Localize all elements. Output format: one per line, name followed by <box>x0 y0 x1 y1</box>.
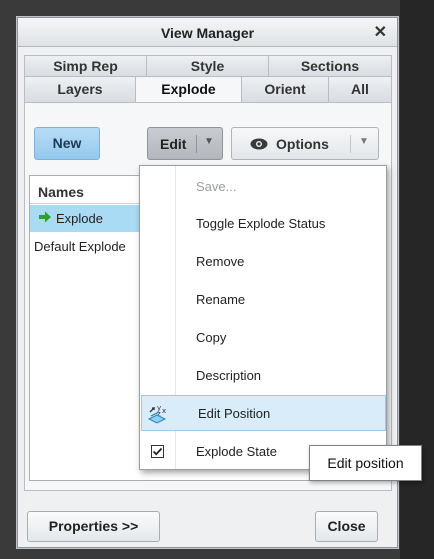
tab-sections[interactable]: Sections <box>268 55 392 77</box>
chevron-down-icon: ▼ <box>204 136 214 147</box>
tab-simp-rep[interactable]: Simp Rep <box>24 55 147 77</box>
menu-item-save: Save... <box>140 169 386 205</box>
list-item-label: Explode <box>56 211 103 226</box>
properties-button[interactable]: Properties >> <box>27 511 160 542</box>
list-item-label: Default Explode <box>34 239 126 254</box>
options-menu-button[interactable]: Options ▼ <box>231 127 379 160</box>
tab-layers[interactable]: Layers <box>24 76 136 103</box>
green-arrow-icon <box>38 210 52 227</box>
edit-dropdown-menu: Save... Toggle Explode Status Remove Ren… <box>139 165 387 470</box>
menu-item-copy[interactable]: Copy <box>140 320 386 356</box>
close-window-icon[interactable]: ✕ <box>374 22 387 42</box>
tab-row-top: Simp Rep Style Sections <box>24 55 392 77</box>
chevron-down-icon: ▼ <box>359 136 369 147</box>
eye-icon <box>250 138 268 153</box>
menu-item-label: Save... <box>196 179 237 194</box>
options-button-separator <box>350 135 351 153</box>
menu-item-label: Remove <box>196 254 245 269</box>
menu-item-toggle-explode-status[interactable]: Toggle Explode Status <box>140 206 386 242</box>
tab-all[interactable]: All <box>328 76 392 103</box>
edit-menu-button[interactable]: Edit ▼ <box>147 127 223 160</box>
menu-item-description[interactable]: Description <box>140 358 386 394</box>
title-bar[interactable]: View Manager ✕ <box>18 18 397 47</box>
menu-item-remove[interactable]: Remove <box>140 244 386 280</box>
svg-text:x: x <box>162 407 166 415</box>
close-button[interactable]: Close <box>315 511 378 542</box>
window-title: View Manager <box>160 25 255 41</box>
options-button-label: Options <box>276 136 329 152</box>
menu-item-label: Explode State <box>196 444 277 459</box>
menu-item-label: Description <box>196 368 262 383</box>
edit-position-tooltip: Edit position <box>309 445 422 481</box>
menu-item-rename[interactable]: Rename <box>140 282 386 318</box>
tab-row-bottom: Layers Explode Orient All <box>24 76 392 106</box>
new-button[interactable]: New <box>34 127 100 160</box>
edit-button-label: Edit <box>160 136 187 152</box>
menu-item-edit-position[interactable]: y x z Edit Position <box>141 395 386 431</box>
tab-orient[interactable]: Orient <box>241 76 329 103</box>
menu-item-label: Toggle Explode Status <box>196 216 326 231</box>
menu-item-label: Edit Position <box>198 406 271 421</box>
edit-position-icon: y x z <box>147 402 171 427</box>
bottom-bar: Properties >> Close <box>18 498 397 547</box>
names-header-label: Names <box>38 184 84 200</box>
menu-item-label: Rename <box>196 292 246 307</box>
menu-item-label: Copy <box>196 330 227 345</box>
checkbox-checked-icon <box>151 445 164 461</box>
edit-button-separator <box>196 135 197 153</box>
tab-style[interactable]: Style <box>146 55 269 77</box>
